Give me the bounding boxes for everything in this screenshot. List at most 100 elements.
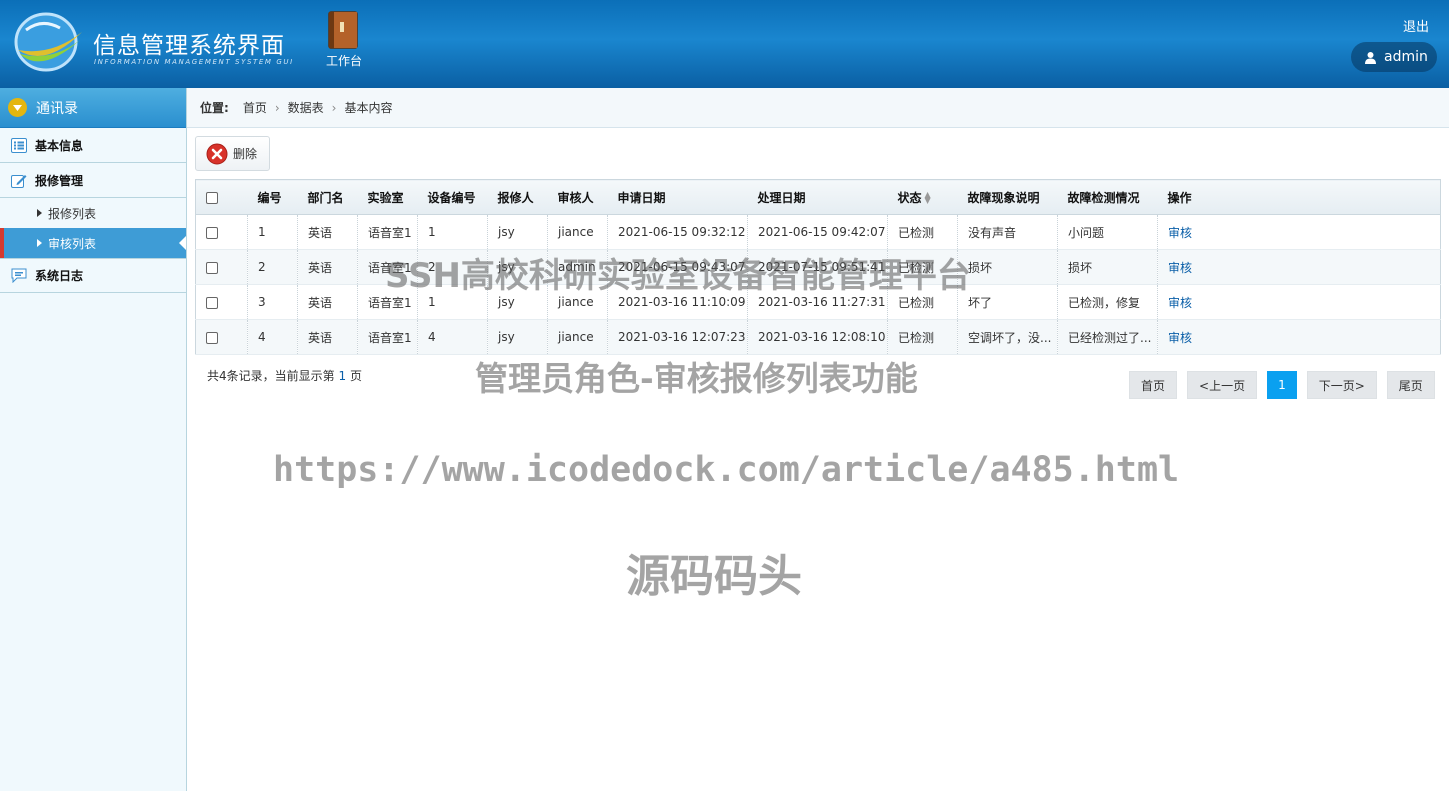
breadcrumb: 位置: 首页 › 数据表 › 基本内容 [187,88,1449,128]
table-cell: jiance [547,319,608,355]
table-cell: 2021-07-15 09:51:41 [747,249,888,285]
sidebar-header-contacts[interactable]: 通讯录 [0,88,186,128]
sidebar-item-label: 基本信息 [35,138,84,153]
row-select-cell [195,214,248,250]
table-cell: 已检测 [887,284,958,320]
column-header: 故障现象说明 [957,179,1058,215]
table-cell: 2 [417,249,488,285]
column-header: 审核人 [547,179,608,215]
delete-button[interactable]: 删除 [195,136,270,171]
table-cell: 已检测 [887,214,958,250]
sidebar-item-system-log[interactable]: 系统日志 [0,258,186,293]
pagination: 首页 <上一页 1 下一页> 尾页 [1129,371,1435,399]
record-count-text: 共4条记录，当前显示第 [207,369,335,383]
current-page-number: 1 [338,369,347,383]
breadcrumb-prefix: 位置: [200,101,229,115]
row-select-cell [195,284,248,320]
caret-right-icon [37,209,42,217]
repair-review-table: 编号 部门名 实验室 设备编号 报修人 审核人 申请日期 处理日期 状态 ▲ ▼ 故… [195,179,1441,355]
column-header: 设备编号 [417,179,488,215]
caret-right-icon [37,239,42,247]
table-cell: 语音室1 [357,249,418,285]
table-cell: 语音室1 [357,214,418,250]
app-subtitle: INFORMATION MANAGEMENT SYSTEM GUI [94,58,294,66]
column-header: 申请日期 [607,179,748,215]
workbench-button[interactable]: 工作台 [322,10,366,74]
sidebar-item-repair-management[interactable]: 报修管理 [0,163,186,198]
row-checkbox[interactable] [206,296,218,309]
breadcrumb-basic-content[interactable]: 基本内容 [344,99,392,116]
record-suffix-text: 页 [349,369,362,383]
last-page-button[interactable]: 尾页 [1386,371,1435,399]
chevron-down-icon [8,98,27,117]
sidebar-item-basic-info[interactable]: 基本信息 [0,128,186,163]
table-cell: 审核 [1157,214,1441,250]
sidebar-header-label: 通讯录 [36,100,78,117]
first-page-button[interactable]: 首页 [1129,371,1178,399]
table-cell: jsy [487,249,548,285]
table-cell: 已经检测过了... [1057,319,1158,355]
review-link[interactable]: 审核 [1168,331,1192,345]
sidebar-subitem-review-list[interactable]: 审核列表 [0,228,186,258]
user-menu[interactable]: admin [1351,42,1437,72]
table-cell: jiance [547,284,608,320]
row-checkbox[interactable] [206,226,218,239]
row-select-cell [195,249,248,285]
watermark-url: https://www.icodedock.com/article/a485.h… [273,450,1180,490]
page-button-current[interactable]: 1 [1267,371,1297,399]
table-cell: 2021-06-15 09:32:12 [607,214,748,250]
table-body: 1 英语 语音室1 1 jsy jiance 2021-06-15 09:32:12 2021… [195,214,1441,355]
top-header: 信息管理系统界面 INFORMATION MANAGEMENT SYSTEM G… [0,0,1449,88]
column-header: 故障检测情况 [1057,179,1158,215]
app-root: 信息管理系统界面 INFORMATION MANAGEMENT SYSTEM G… [0,0,1449,791]
logout-link[interactable]: 退出 [1403,16,1429,35]
table-cell: 语音室1 [357,319,418,355]
status-column-header[interactable]: 状态 ▲ ▼ [887,179,958,215]
review-link[interactable]: 审核 [1168,296,1192,310]
column-header-label: 状态 [897,190,922,205]
table-row: 1 英语 语音室1 1 jsy jiance 2021-06-15 09:32:12 2021… [195,214,1441,250]
prev-page-button[interactable]: <上一页 [1187,371,1258,399]
table-cell: 没有声音 [957,214,1058,250]
table-cell: 英语 [297,214,358,250]
sidebar-item-label: 报修管理 [35,173,84,188]
watermark-subtitle: 管理员角色-审核报修列表功能 [475,359,918,398]
breadcrumb-home[interactable]: 首页 [243,99,267,116]
breadcrumb-separator-icon: › [331,100,337,115]
review-link[interactable]: 审核 [1168,261,1192,275]
app-title: 信息管理系统界面 [93,33,285,59]
table-cell: 已检测 [887,319,958,355]
sidebar: 通讯录 基本信息 报修管理 报修列表 审核列表 系统日志 [0,88,187,791]
table-cell: 英语 [297,249,358,285]
sidebar-subitem-label: 审核列表 [48,236,97,251]
column-header: 处理日期 [747,179,888,215]
table-cell: jsy [487,214,548,250]
table-cell: admin [547,249,608,285]
delete-icon [206,143,228,164]
column-header: 编号 [247,179,298,215]
table-cell: 2 [247,249,298,285]
table-cell: 审核 [1157,249,1441,285]
table-cell: 损坏 [1057,249,1158,285]
table-cell: 小问题 [1057,214,1158,250]
workbench-label: 工作台 [325,54,362,68]
row-checkbox[interactable] [206,331,218,344]
breadcrumb-datatable[interactable]: 数据表 [288,99,324,116]
table-row: 3 英语 语音室1 1 jsy jiance 2021-03-16 11:10:09 2021… [195,284,1441,320]
review-link[interactable]: 审核 [1168,226,1192,240]
next-page-button[interactable]: 下一页> [1306,371,1377,399]
breadcrumb-separator-icon: › [274,100,280,115]
sidebar-subitem-repair-list[interactable]: 报修列表 [0,198,186,228]
table-cell: 2021-06-15 09:42:07 [747,214,888,250]
table-cell: 4 [417,319,488,355]
select-all-cell [195,179,248,215]
select-all-checkbox[interactable] [206,191,218,204]
table-header-row: 编号 部门名 实验室 设备编号 报修人 审核人 申请日期 处理日期 状态 ▲ ▼ 故… [195,179,1441,215]
table-cell: 2021-03-16 12:07:23 [607,319,748,355]
table-cell: 坏了 [957,284,1058,320]
table-cell: jsy [487,319,548,355]
table-cell: 3 [247,284,298,320]
row-checkbox[interactable] [206,261,218,274]
table-cell: jiance [547,214,608,250]
globe-logo-icon [14,12,82,72]
